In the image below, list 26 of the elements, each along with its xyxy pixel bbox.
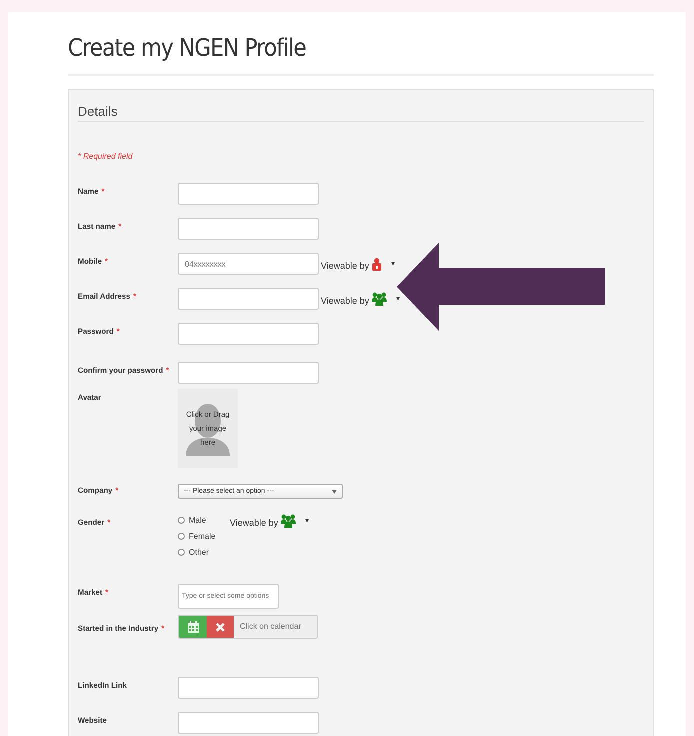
section-title: Details [78,104,644,122]
viewable-label: Viewable by [321,296,370,306]
caret-icon [332,490,337,494]
radio-option[interactable]: Other [178,548,230,557]
input-field[interactable] [178,362,319,384]
input-field[interactable]: 04xxxxxxxx [178,253,319,275]
page-title: Create my NGEN Profile [68,33,308,62]
input-field[interactable] [178,218,319,240]
close-icon [216,622,225,632]
group-icon [281,514,296,528]
viewable-label: Viewable by [321,260,370,270]
radio-option[interactable]: Male [178,516,230,525]
clear-button[interactable] [207,616,234,638]
input-field[interactable] [178,288,319,310]
calendar-button[interactable] [179,616,207,638]
date-field[interactable]: Click on calendar [234,616,317,636]
radio-option[interactable]: Female [178,532,230,541]
viewable-label: Viewable by [230,518,278,528]
input-field[interactable] [178,677,319,699]
required-note: * Required field [78,152,133,161]
person-lock-icon [372,258,382,270]
calendar-icon [188,621,198,633]
input-field[interactable] [178,183,319,205]
input-field[interactable] [178,323,319,345]
group-icon [372,292,388,306]
input-field[interactable] [178,712,319,734]
